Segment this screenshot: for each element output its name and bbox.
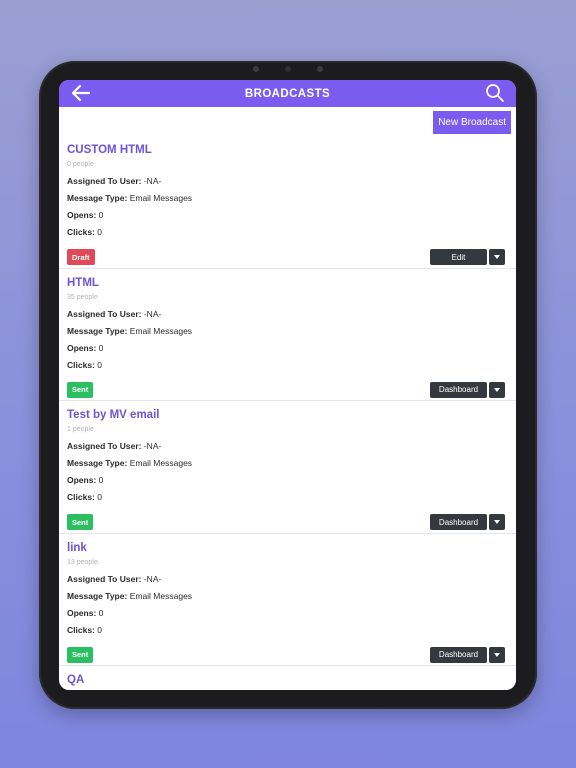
message-type-label: Message Type: bbox=[67, 590, 128, 601]
broadcast-card[interactable]: HTML 35 people Assigned To User: -NA- Mes… bbox=[59, 269, 516, 401]
action-group: Edit bbox=[430, 249, 505, 265]
opens-row: Opens: 0 bbox=[67, 340, 508, 357]
action-group: Dashboard bbox=[430, 514, 505, 530]
sensor-dot bbox=[317, 66, 323, 72]
action-group: Dashboard bbox=[430, 381, 505, 398]
clicks-label: Clicks: bbox=[67, 359, 95, 370]
more-options-button[interactable] bbox=[489, 646, 505, 663]
edit-button[interactable]: Edit bbox=[430, 249, 487, 265]
clicks-value: 0 bbox=[97, 359, 102, 370]
opens-label: Opens: bbox=[67, 475, 97, 485]
assigned-label: Assigned To User: bbox=[67, 176, 142, 186]
status-badge[interactable]: Sent bbox=[67, 514, 94, 530]
broadcast-list: CUSTOM HTML 0 people Assigned To User: -N… bbox=[59, 136, 516, 690]
broadcast-card[interactable]: CUSTOM HTML 0 people Assigned To User: -N… bbox=[59, 136, 516, 269]
chevron-down-icon bbox=[494, 255, 500, 259]
dashboard-button[interactable]: Dashboard bbox=[430, 381, 487, 398]
clicks-label: Clicks: bbox=[67, 227, 95, 237]
clicks-row: Clicks: 0 bbox=[67, 489, 508, 506]
clicks-row: Clicks: 0 bbox=[67, 622, 508, 639]
clicks-value: 0 bbox=[97, 492, 102, 502]
opens-label: Opens: bbox=[67, 607, 97, 618]
broadcast-name[interactable]: CUSTOM HTML bbox=[67, 143, 508, 157]
people-count: 35 people bbox=[67, 293, 98, 301]
broadcast-card[interactable]: QA bbox=[59, 666, 516, 690]
opens-value: 0 bbox=[98, 475, 104, 485]
tablet-frame: BROADCASTS New Broadcast CUSTOM HTML 0 pe… bbox=[39, 61, 537, 709]
broadcast-card[interactable]: Test by MV email 1 people Assigned To Use… bbox=[59, 401, 516, 534]
assigned-row: Assigned To User: -NA- bbox=[67, 571, 508, 588]
message-type-value: Email Messages bbox=[129, 325, 193, 336]
more-options-button[interactable] bbox=[489, 381, 505, 398]
broadcast-card[interactable]: link 13 people Assigned To User: -NA- Mes… bbox=[59, 534, 516, 666]
broadcast-name[interactable]: QA bbox=[67, 673, 508, 687]
assigned-row: Assigned To User: -NA- bbox=[67, 173, 508, 190]
more-options-button[interactable] bbox=[489, 249, 505, 265]
clicks-row: Clicks: 0 bbox=[67, 224, 508, 241]
broadcast-name[interactable]: HTML bbox=[67, 276, 508, 290]
opens-label: Opens: bbox=[67, 210, 97, 220]
arrow-left-icon[interactable] bbox=[71, 84, 91, 102]
assigned-value: -NA- bbox=[143, 176, 162, 186]
opens-row: Opens: 0 bbox=[67, 207, 508, 224]
opens-value: 0 bbox=[98, 342, 104, 353]
chevron-down-icon bbox=[494, 652, 500, 657]
page-title: BROADCASTS bbox=[244, 87, 331, 100]
broadcast-name[interactable]: Test by MV email bbox=[67, 408, 508, 422]
opens-row: Opens: 0 bbox=[67, 472, 508, 489]
message-type-label: Message Type: bbox=[67, 193, 128, 203]
status-badge[interactable]: Sent bbox=[67, 381, 94, 398]
message-type-value: Email Messages bbox=[129, 458, 193, 468]
chevron-down-icon bbox=[494, 387, 500, 392]
clicks-row: Clicks: 0 bbox=[67, 357, 508, 374]
assigned-value: -NA- bbox=[143, 308, 162, 319]
status-badge[interactable]: Draft bbox=[67, 249, 95, 265]
people-count: 1 people bbox=[67, 426, 94, 433]
clicks-value: 0 bbox=[97, 624, 102, 635]
message-type-label: Message Type: bbox=[67, 325, 128, 336]
search-icon[interactable] bbox=[485, 83, 505, 103]
camera-dot bbox=[285, 66, 291, 72]
assigned-value: -NA- bbox=[143, 441, 162, 451]
status-badge[interactable]: Sent bbox=[67, 646, 94, 663]
app-header: BROADCASTS bbox=[59, 80, 516, 107]
dashboard-button[interactable]: Dashboard bbox=[430, 514, 487, 530]
assigned-row: Assigned To User: -NA- bbox=[67, 306, 508, 323]
people-count: 0 people bbox=[67, 161, 94, 168]
message-type-label: Message Type: bbox=[67, 458, 128, 468]
message-type-value: Email Messages bbox=[129, 193, 193, 203]
assigned-row: Assigned To User: -NA- bbox=[67, 438, 508, 455]
action-group: Dashboard bbox=[430, 646, 505, 663]
message-type-row: Message Type: Email Messages bbox=[67, 455, 508, 472]
more-options-button[interactable] bbox=[489, 514, 505, 530]
message-type-row: Message Type: Email Messages bbox=[67, 190, 508, 207]
assigned-label: Assigned To User: bbox=[67, 441, 142, 451]
opens-label: Opens: bbox=[67, 342, 97, 353]
assigned-value: -NA- bbox=[143, 573, 162, 584]
clicks-label: Clicks: bbox=[67, 624, 95, 635]
clicks-value: 0 bbox=[97, 227, 102, 237]
clicks-label: Clicks: bbox=[67, 492, 95, 502]
message-type-row: Message Type: Email Messages bbox=[67, 588, 508, 605]
assigned-label: Assigned To User: bbox=[67, 573, 142, 584]
message-type-row: Message Type: Email Messages bbox=[67, 323, 508, 340]
opens-value: 0 bbox=[98, 210, 104, 220]
toolbar: New Broadcast bbox=[59, 107, 516, 136]
assigned-label: Assigned To User: bbox=[67, 308, 142, 319]
app-screen: BROADCASTS New Broadcast CUSTOM HTML 0 pe… bbox=[59, 80, 516, 690]
broadcast-name[interactable]: link bbox=[67, 541, 508, 555]
opens-row: Opens: 0 bbox=[67, 605, 508, 622]
chevron-down-icon bbox=[494, 520, 500, 524]
people-count: 13 people bbox=[67, 558, 98, 566]
opens-value: 0 bbox=[98, 607, 104, 618]
sensor-dot bbox=[253, 66, 259, 72]
dashboard-button[interactable]: Dashboard bbox=[430, 646, 487, 663]
new-broadcast-button[interactable]: New Broadcast bbox=[433, 111, 511, 134]
message-type-value: Email Messages bbox=[129, 590, 193, 601]
